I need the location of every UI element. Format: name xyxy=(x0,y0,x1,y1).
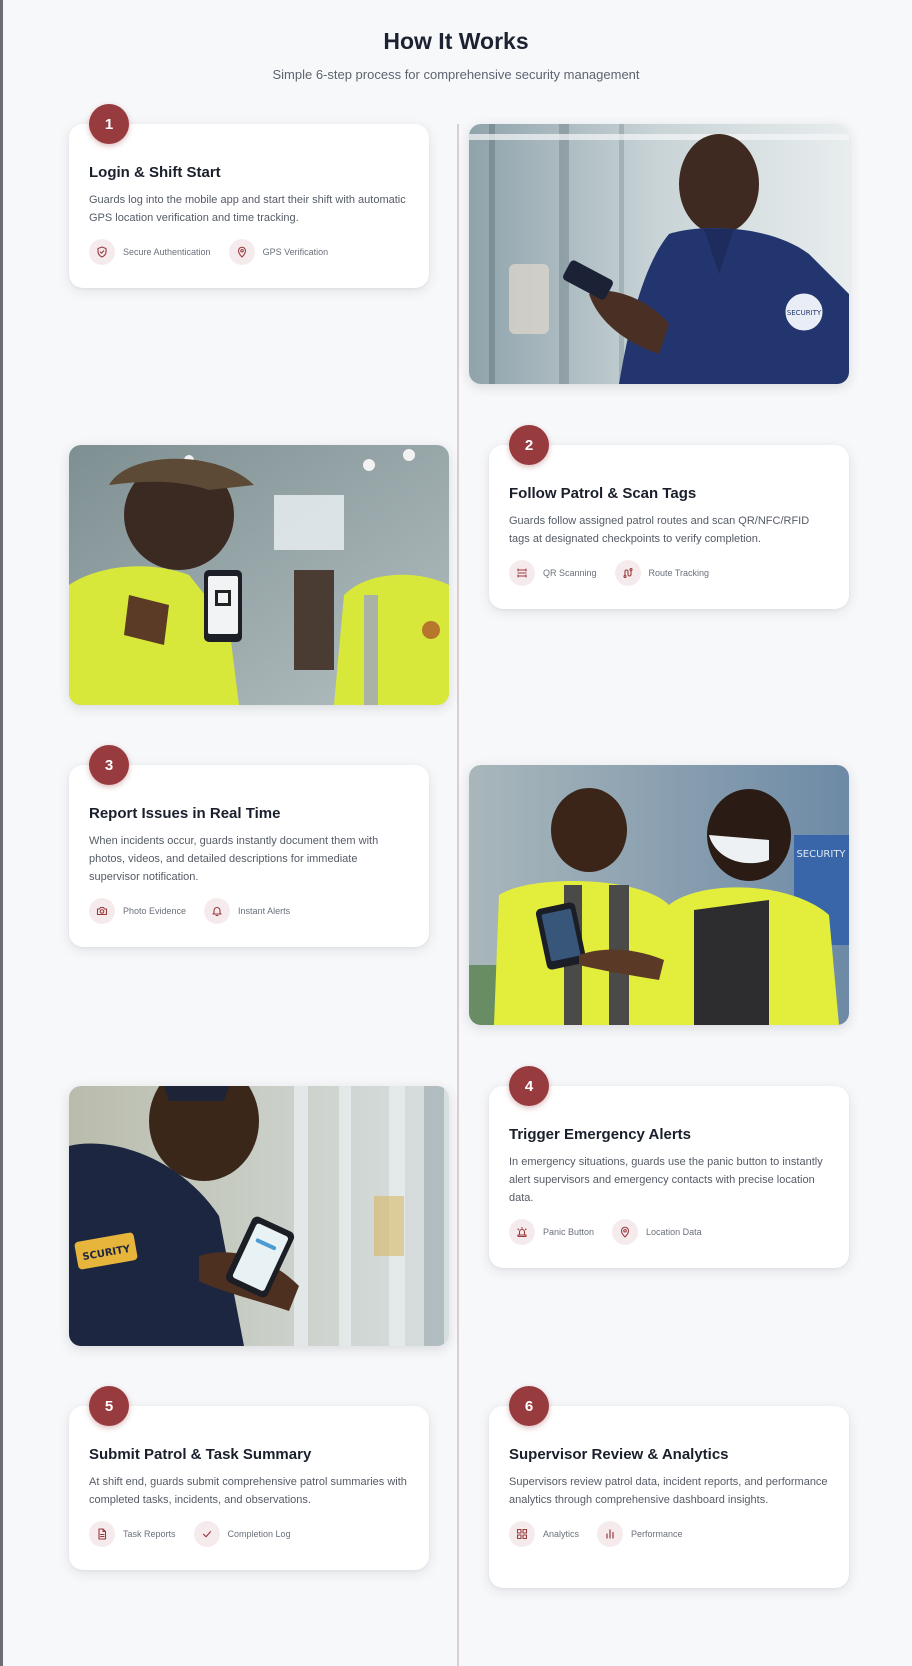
photo-guard-scanning xyxy=(69,445,449,705)
feature-label: QR Scanning xyxy=(543,568,597,578)
uniform-patch-text: SECURITY xyxy=(787,309,822,317)
step-number-badge: 6 xyxy=(509,1386,549,1426)
feature-list: Analytics Performance xyxy=(509,1521,829,1547)
bar-chart-icon xyxy=(597,1521,624,1547)
step-title: Supervisor Review & Analytics xyxy=(509,1446,729,1463)
feature-list: Secure Authentication GPS Verification xyxy=(89,239,409,265)
feature-panic-button: Panic Button xyxy=(509,1219,594,1245)
feature-completion-log: Completion Log xyxy=(193,1521,291,1547)
step-card-5: 5 Submit Patrol & Task Summary At shift … xyxy=(69,1386,429,1570)
location-pin-icon xyxy=(612,1219,639,1245)
feature-route-tracking: Route Tracking xyxy=(614,560,710,586)
feature-gps-verification: GPS Verification xyxy=(228,239,329,265)
location-pin-icon xyxy=(228,239,255,265)
timeline-line xyxy=(457,124,459,1666)
feature-label: Instant Alerts xyxy=(238,906,291,916)
step-description: In emergency situations, guards use the … xyxy=(509,1156,823,1204)
route-icon xyxy=(614,560,641,586)
camera-icon xyxy=(89,898,115,924)
feature-performance: Performance xyxy=(597,1521,683,1547)
background-sign-text: SECURITY xyxy=(796,849,846,860)
step-description: Guards log into the mobile app and start… xyxy=(89,194,406,224)
feature-analytics: Analytics xyxy=(509,1521,579,1547)
photo-guards-reporting: SECURITY xyxy=(469,765,849,1025)
feature-label: Location Data xyxy=(646,1227,702,1237)
step-description: At shift end, guards submit comprehensiv… xyxy=(89,1476,407,1506)
feature-qr-scanning: QR Scanning xyxy=(509,560,597,586)
siren-icon xyxy=(509,1219,535,1245)
feature-photo-evidence: Photo Evidence xyxy=(89,898,186,924)
step-number-badge: 2 xyxy=(509,425,549,465)
page-subtitle: Simple 6-step process for comprehensive … xyxy=(272,67,640,82)
bell-icon xyxy=(204,898,231,924)
step-number-badge: 4 xyxy=(509,1066,549,1106)
step-title: Submit Patrol & Task Summary xyxy=(89,1446,312,1463)
step-card-4: 4 Trigger Emergency Alerts In emergency … xyxy=(489,1066,849,1268)
left-edge-border xyxy=(0,0,3,1666)
feature-label: Panic Button xyxy=(543,1227,595,1237)
step-number-badge: 3 xyxy=(89,745,129,785)
feature-label: GPS Verification xyxy=(262,247,329,257)
feature-instant-alerts: Instant Alerts xyxy=(204,898,290,924)
page-title: How It Works xyxy=(383,28,529,54)
feature-list: QR Scanning Route Tracking xyxy=(509,560,829,586)
check-icon xyxy=(193,1521,220,1547)
step-card-6: 6 Supervisor Review & Analytics Supervis… xyxy=(489,1386,849,1588)
feature-label: Photo Evidence xyxy=(123,906,187,916)
feature-label: Task Reports xyxy=(123,1529,176,1539)
step-title: Report Issues in Real Time xyxy=(89,805,281,822)
step-card-2: 2 Follow Patrol & Scan Tags Guards follo… xyxy=(489,425,849,609)
step-description: Supervisors review patrol data, incident… xyxy=(509,1476,828,1506)
feature-list: Panic Button Location Data xyxy=(509,1219,829,1245)
feature-label: Route Tracking xyxy=(648,568,710,578)
feature-label: Analytics xyxy=(543,1529,580,1539)
feature-list: Photo Evidence Instant Alerts xyxy=(89,898,409,924)
document-icon xyxy=(89,1521,115,1547)
dashboard-icon xyxy=(509,1521,535,1547)
feature-location-data: Location Data xyxy=(612,1219,702,1245)
scan-icon xyxy=(509,560,535,586)
step-card-3: 3 Report Issues in Real Time When incide… xyxy=(69,745,429,947)
photo-guard-login: SECURITY xyxy=(469,124,849,384)
feature-task-reports: Task Reports xyxy=(89,1521,176,1547)
feature-list: Task Reports Completion Log xyxy=(89,1521,409,1547)
step-title: Trigger Emergency Alerts xyxy=(509,1126,692,1143)
step-number-badge: 1 xyxy=(89,104,129,144)
feature-label: Completion Log xyxy=(227,1529,291,1539)
step-description: Guards follow assigned patrol routes and… xyxy=(509,515,810,545)
shield-icon xyxy=(89,239,115,265)
feature-secure-authentication: Secure Authentication xyxy=(89,239,211,265)
feature-label: Secure Authentication xyxy=(123,247,211,257)
step-number-badge: 5 xyxy=(89,1386,129,1426)
photo-guard-emergency: SCURITY xyxy=(69,1086,449,1346)
step-card-1: 1 Login & Shift Start Guards log into th… xyxy=(69,104,429,288)
feature-label: Performance xyxy=(631,1529,683,1539)
step-description: When incidents occur, guards instantly d… xyxy=(89,835,379,883)
step-title: Login & Shift Start xyxy=(89,164,221,181)
step-title: Follow Patrol & Scan Tags xyxy=(509,485,697,502)
